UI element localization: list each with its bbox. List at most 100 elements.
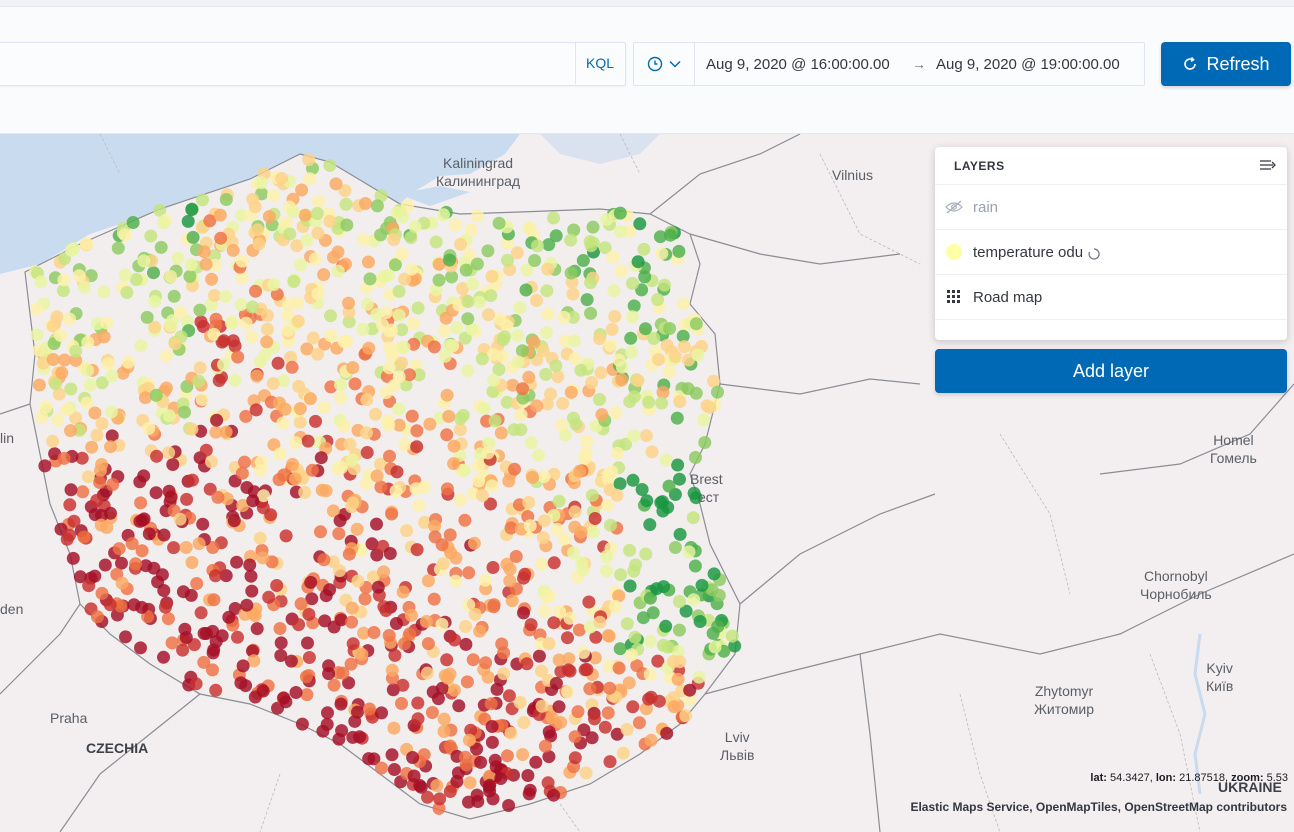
temperature-point[interactable] [663, 228, 677, 242]
temperature-point[interactable] [523, 783, 537, 797]
temperature-point[interactable] [178, 405, 191, 419]
temperature-point[interactable] [442, 409, 456, 423]
temperature-point[interactable] [521, 769, 535, 782]
temperature-point[interactable] [438, 349, 452, 363]
temperature-point[interactable] [396, 678, 410, 692]
temperature-point[interactable] [260, 322, 274, 336]
temperature-point[interactable] [486, 561, 500, 574]
temperature-point[interactable] [497, 646, 511, 660]
refresh-button[interactable]: Refresh [1161, 42, 1291, 86]
temperature-point[interactable] [392, 370, 406, 384]
temperature-point[interactable] [196, 193, 209, 207]
temperature-point[interactable] [385, 323, 399, 337]
temperature-point[interactable] [88, 406, 102, 420]
temperature-point[interactable] [377, 565, 391, 579]
temperature-point[interactable] [289, 436, 303, 450]
temperature-point[interactable] [244, 569, 258, 583]
collapse-panel-icon[interactable] [1259, 157, 1277, 173]
temperature-point[interactable] [138, 391, 152, 405]
temperature-point[interactable] [337, 419, 351, 433]
temperature-point[interactable] [472, 295, 486, 309]
temperature-point[interactable] [627, 390, 641, 404]
temperature-point[interactable] [427, 592, 441, 606]
temperature-point[interactable] [611, 446, 624, 460]
temperature-point[interactable] [134, 641, 147, 655]
temperature-point[interactable] [529, 755, 543, 769]
temperature-point[interactable] [626, 310, 639, 324]
temperature-point[interactable] [256, 551, 270, 565]
temperature-point[interactable] [600, 213, 614, 226]
temperature-point[interactable] [183, 269, 197, 283]
temperature-point[interactable] [600, 549, 614, 563]
temperature-point[interactable] [605, 322, 619, 336]
temperature-point[interactable] [608, 600, 622, 613]
temperature-point[interactable] [405, 409, 419, 423]
temperature-point[interactable] [437, 712, 451, 726]
temperature-point[interactable] [142, 527, 156, 541]
temperature-point[interactable] [97, 285, 111, 299]
temperature-point[interactable] [530, 399, 544, 413]
temperature-point[interactable] [302, 153, 316, 167]
temperature-point[interactable] [148, 295, 162, 309]
temperature-point[interactable] [403, 627, 417, 641]
temperature-point[interactable] [540, 284, 554, 298]
temperature-point[interactable] [46, 434, 60, 448]
temperature-point[interactable] [582, 595, 596, 609]
temperature-point[interactable] [192, 537, 206, 551]
temperature-point[interactable] [537, 470, 551, 484]
temperature-point[interactable] [190, 577, 204, 590]
temperature-point[interactable] [516, 382, 530, 396]
temperature-point[interactable] [235, 271, 249, 285]
temperature-point[interactable] [547, 556, 561, 570]
temperature-point[interactable] [253, 355, 267, 368]
temperature-point[interactable] [302, 607, 316, 621]
temperature-point[interactable] [405, 608, 418, 622]
temperature-point[interactable] [673, 527, 687, 541]
temperature-point[interactable] [77, 530, 91, 544]
temperature-point[interactable] [186, 230, 200, 244]
temperature-point[interactable] [502, 689, 516, 703]
temperature-point[interactable] [466, 653, 480, 667]
temperature-point[interactable] [360, 393, 374, 407]
temperature-point[interactable] [708, 640, 722, 654]
temperature-point[interactable] [295, 183, 309, 197]
temperature-point[interactable] [410, 440, 424, 454]
temperature-point[interactable] [433, 792, 447, 806]
temperature-point[interactable] [471, 209, 485, 223]
temperature-point[interactable] [106, 478, 120, 491]
temperature-point[interactable] [462, 795, 475, 809]
temperature-point[interactable] [528, 254, 542, 267]
temperature-point[interactable] [492, 216, 506, 230]
temperature-point[interactable] [517, 606, 530, 620]
temperature-point[interactable] [335, 724, 349, 738]
temperature-point[interactable] [615, 373, 629, 387]
temperature-point[interactable] [663, 322, 677, 335]
temperature-point[interactable] [274, 649, 288, 662]
temperature-point[interactable] [362, 341, 376, 355]
temperature-point[interactable] [460, 675, 474, 689]
temperature-point[interactable] [530, 294, 543, 307]
temperature-point[interactable] [551, 370, 565, 384]
temperature-point[interactable] [672, 623, 686, 637]
temperature-point[interactable] [594, 366, 608, 380]
temperature-point[interactable] [381, 414, 395, 428]
temperature-point[interactable] [168, 337, 182, 351]
temperature-point[interactable] [35, 410, 49, 424]
temperature-point[interactable] [331, 245, 345, 259]
temperature-point[interactable] [167, 541, 181, 555]
temperature-point[interactable] [392, 284, 406, 298]
temperature-point[interactable] [450, 321, 464, 335]
temperature-point[interactable] [134, 496, 148, 510]
temperature-point[interactable] [689, 317, 703, 331]
temperature-point[interactable] [659, 453, 673, 467]
temperature-point[interactable] [303, 392, 317, 406]
temperature-point[interactable] [573, 464, 587, 478]
temperature-point[interactable] [578, 451, 592, 465]
temperature-point[interactable] [601, 468, 615, 482]
temperature-point[interactable] [464, 223, 478, 237]
temperature-point[interactable] [236, 659, 250, 673]
temperature-point[interactable] [100, 521, 114, 534]
temperature-point[interactable] [351, 574, 365, 588]
layer-row-temperature[interactable]: temperature odu [935, 229, 1287, 274]
temperature-point[interactable] [66, 551, 80, 565]
